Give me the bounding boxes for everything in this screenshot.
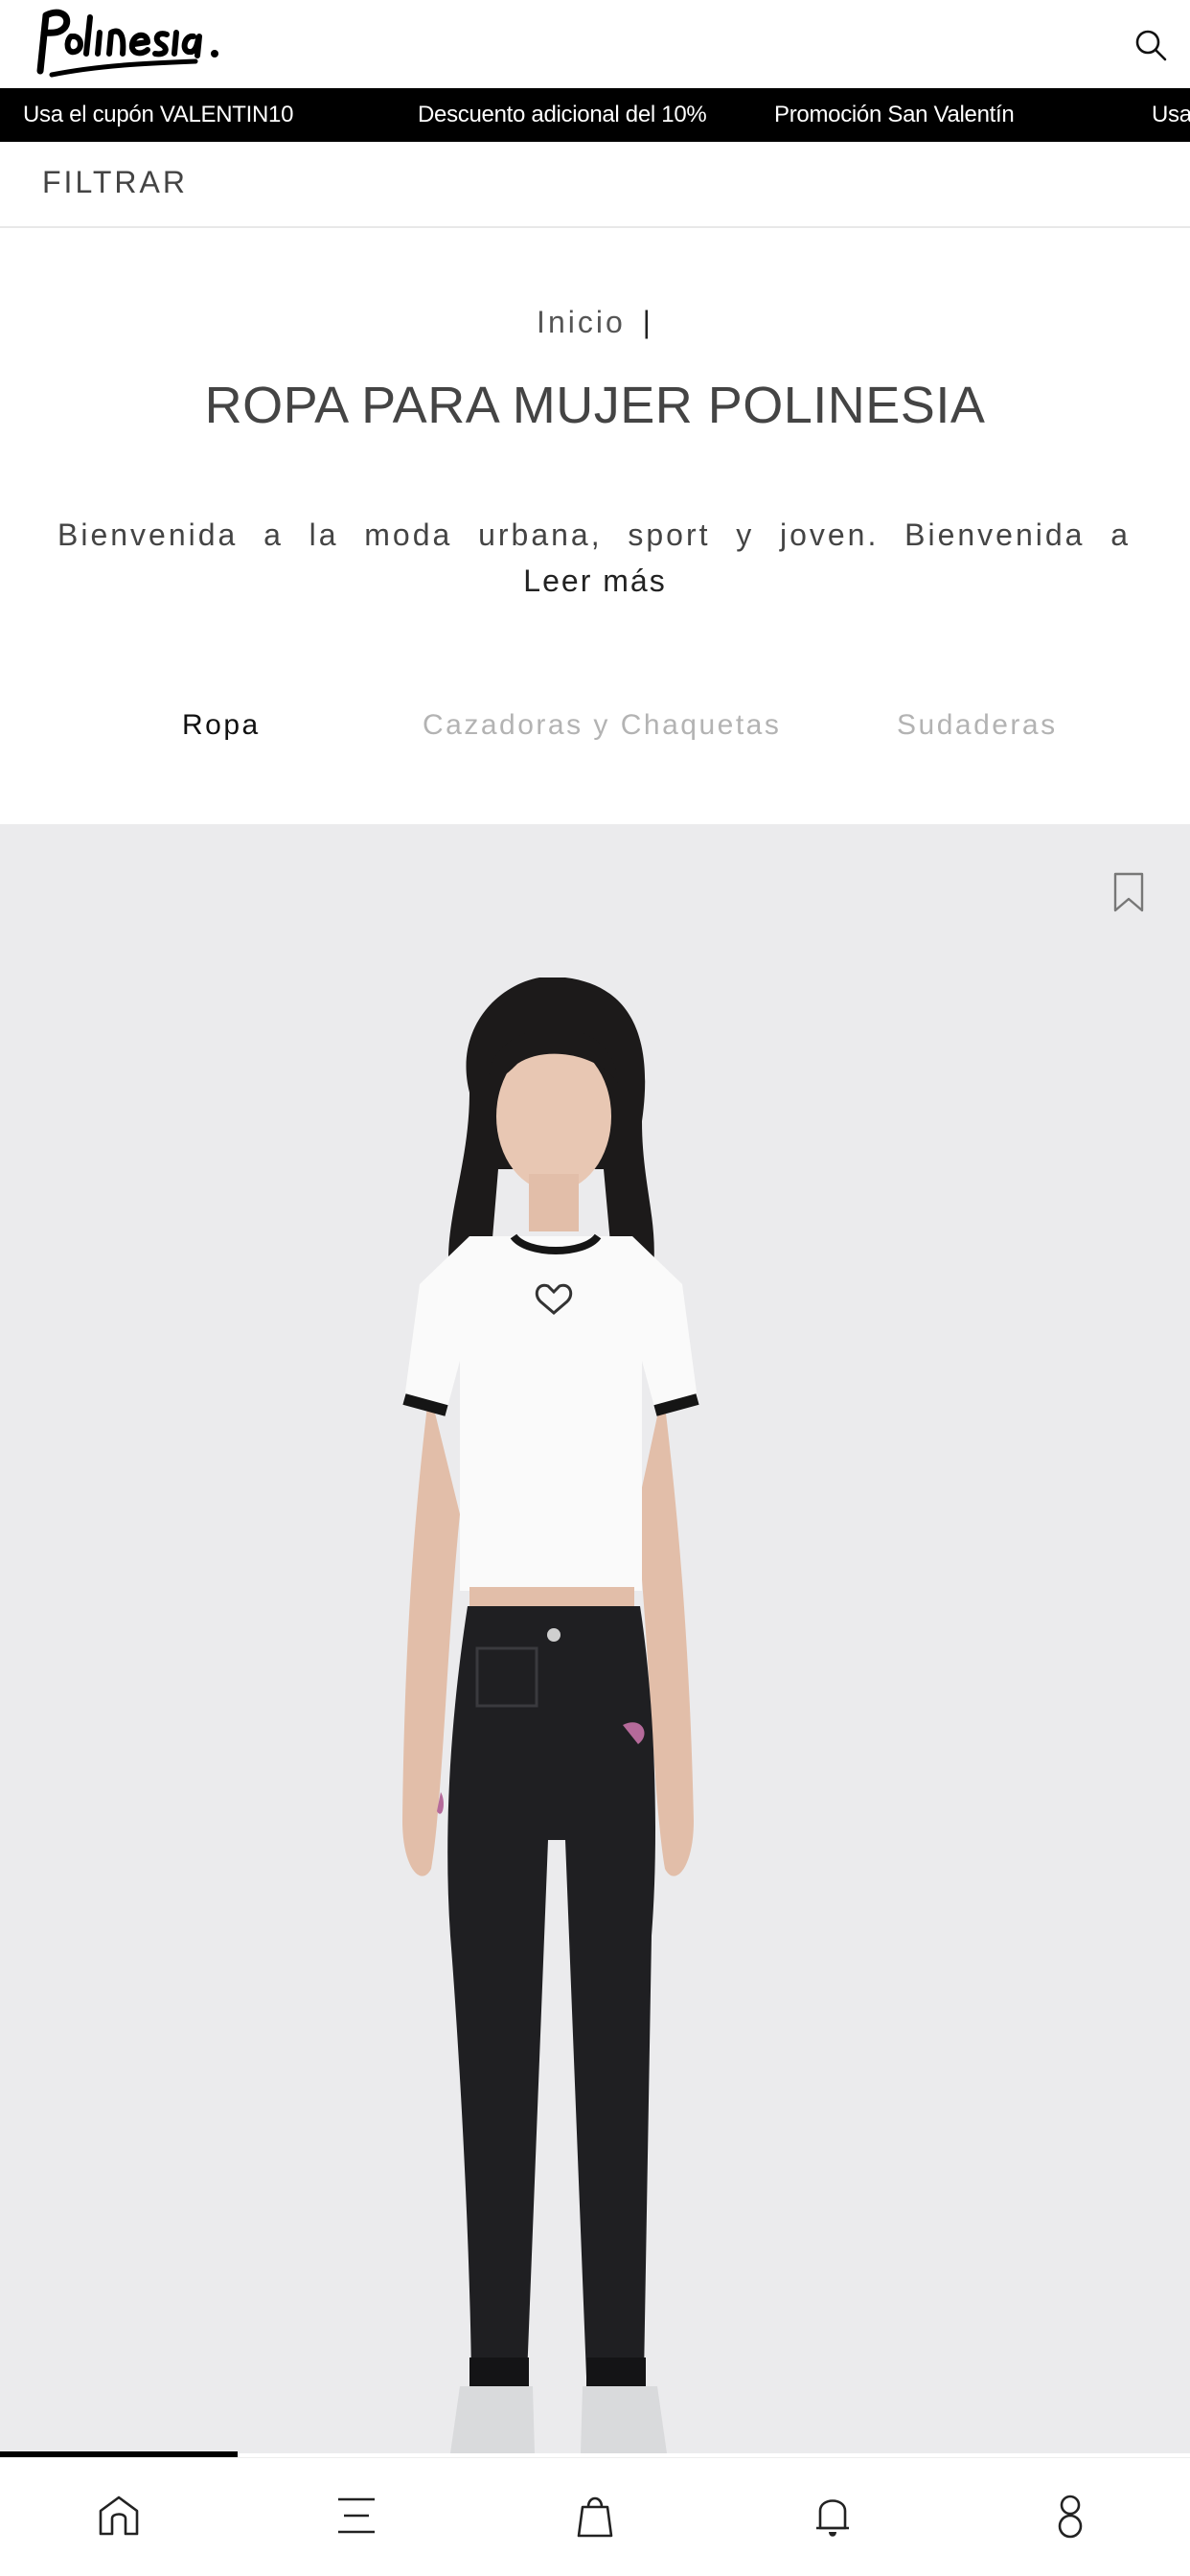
menu-icon [338,2497,375,2534]
breadcrumb-separator: | [642,305,653,339]
home-icon [99,2496,139,2536]
filter-button[interactable]: FILTRAR [42,165,188,200]
promo-item: Promoción San Valentín [774,102,1015,127]
breadcrumb-home-link[interactable]: Inicio [537,305,626,339]
bell-icon [816,2499,849,2537]
promo-item: Usa el cupón VALENTIN10 [23,102,294,127]
tab-cazadoras-y-chaquetas[interactable]: Cazadoras y Chaquetas [423,709,781,742]
bookmark-icon [1113,872,1144,912]
nav-notifications[interactable] [804,2487,861,2544]
search-icon [1135,30,1167,61]
nav-bag[interactable] [566,2487,624,2544]
brand-logo[interactable] [33,4,224,84]
nav-menu[interactable] [328,2487,385,2544]
nav-account[interactable] [1041,2487,1099,2544]
wishlist-button[interactable] [1110,870,1148,914]
breadcrumb: Inicio | [0,305,1190,340]
bag-icon [577,2496,613,2538]
user-icon [1058,2495,1083,2539]
tab-ropa[interactable]: Ropa [182,709,261,742]
promo-item: Descuento adicional del 10% [418,102,707,127]
search-button[interactable] [1129,23,1173,67]
page-title: ROPA PARA MUJER POLINESIA [204,377,986,434]
promo-marquee[interactable]: Usa el cupón VALENTIN10 Descuento adicio… [0,88,1190,142]
promo-item: Usa [1152,102,1190,127]
product-card-image[interactable] [0,824,1190,2453]
nav-home[interactable] [90,2487,148,2544]
filter-row: FILTRAR [0,142,1190,228]
header [0,0,1190,88]
category-description: Bienvenida a la moda urbana, sport y jov… [57,518,1131,552]
product-photo [402,978,699,2453]
tab-sudaderas[interactable]: Sudaderas [897,709,1058,742]
read-more-link[interactable]: Leer más [0,564,1190,599]
category-tabs: Ropa Cazadoras y Chaquetas Sudaderas [0,709,1190,767]
bottom-navigation [0,2457,1190,2576]
